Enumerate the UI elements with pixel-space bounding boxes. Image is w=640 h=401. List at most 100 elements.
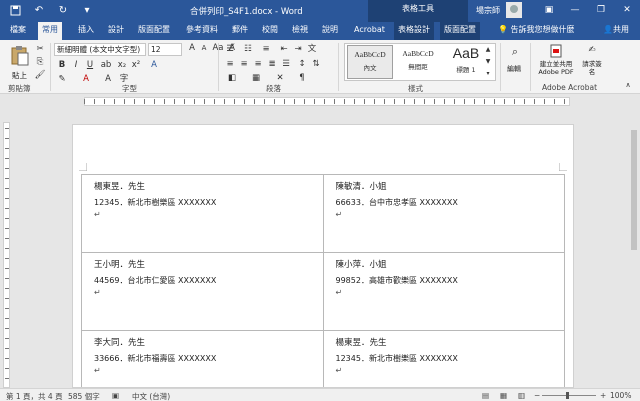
- create-pdf-label: 建立並共用 Adobe PDF: [538, 60, 574, 76]
- language[interactable]: 中文 (台灣): [132, 391, 170, 401]
- vertical-ruler[interactable]: [0, 108, 12, 388]
- line-spacing-icon[interactable]: ↕: [296, 59, 308, 71]
- italic-icon[interactable]: I: [70, 60, 82, 72]
- avatar[interactable]: [506, 2, 522, 18]
- tab-mailings[interactable]: 郵件: [228, 22, 252, 40]
- align-left-icon[interactable]: ≡: [224, 59, 236, 71]
- shading-icon[interactable]: ◧: [226, 73, 238, 85]
- tab-insert[interactable]: 插入: [74, 22, 98, 40]
- table-row: 李大同．先生 33666．新北市福壽區 XXXXXXX ↵ 楊東昱．先生 123…: [81, 330, 565, 387]
- center-icon[interactable]: ≡: [238, 59, 250, 71]
- tab-table-design[interactable]: 表格設計: [394, 22, 434, 40]
- strikethrough-icon[interactable]: ab: [100, 60, 112, 72]
- gallery-more-icon[interactable]: ▾: [482, 68, 494, 80]
- tab-layout[interactable]: 版面配置: [134, 22, 174, 40]
- label-cell[interactable]: 楊東昱．先生 12345．新北市樹樂區 XXXXXXX ↵: [81, 174, 324, 253]
- vertical-scrollbar[interactable]: [628, 108, 640, 388]
- print-layout-icon[interactable]: ▦: [500, 391, 507, 400]
- window-controls: ▣ — ❐ ✕: [536, 0, 640, 20]
- superscript-icon[interactable]: x²: [130, 60, 142, 72]
- customize-icon[interactable]: ▾: [80, 3, 94, 17]
- shrink-font-icon[interactable]: A: [198, 43, 210, 55]
- editing-button[interactable]: ⌕ 編輯: [504, 43, 524, 79]
- tab-review[interactable]: 校閱: [258, 22, 282, 40]
- collapse-ribbon-icon[interactable]: ∧: [622, 80, 634, 92]
- tab-help[interactable]: 說明: [318, 22, 342, 40]
- zoom-out-icon[interactable]: −: [534, 391, 540, 400]
- underline-icon[interactable]: U: [84, 60, 96, 72]
- cut-icon[interactable]: ✂: [34, 44, 46, 56]
- word-count[interactable]: 585 個字: [68, 391, 100, 401]
- show-hide-icon[interactable]: ¶: [296, 73, 308, 85]
- copy-icon[interactable]: ⎘: [34, 57, 46, 69]
- label-cell[interactable]: 楊東昱．先生 12345．新北市樹樂區 XXXXXXX ↵: [322, 330, 565, 387]
- tab-file[interactable]: 檔案: [6, 22, 30, 40]
- decrease-indent-icon[interactable]: ⇤: [278, 44, 290, 56]
- multilevel-list-icon[interactable]: ≡: [260, 44, 272, 56]
- ruler-ticks: [84, 99, 570, 104]
- scroll-down-icon[interactable]: ▼: [482, 56, 494, 68]
- read-mode-icon[interactable]: ▤: [482, 391, 489, 400]
- font-color-icon[interactable]: A: [80, 74, 92, 86]
- paste-button[interactable]: 貼上: [6, 43, 32, 81]
- chinese-layout-icon[interactable]: 文: [306, 44, 318, 56]
- paragraph-mark: ↵: [94, 366, 101, 375]
- ribbon-options-icon[interactable]: ▣: [536, 0, 562, 20]
- share-button[interactable]: 👤共用: [603, 24, 629, 35]
- tab-table-layout[interactable]: 版面配置: [440, 22, 480, 40]
- undo-icon[interactable]: ↶: [32, 3, 46, 17]
- proofing-icon[interactable]: ▣: [112, 391, 119, 400]
- style-no-spacing[interactable]: AaBbCcD 無間距: [395, 45, 441, 79]
- scroll-up-icon[interactable]: ▲: [482, 44, 494, 56]
- zoom-slider-knob[interactable]: [566, 392, 569, 399]
- font-name-select[interactable]: 新細明體 (本文中文字型): [54, 43, 146, 56]
- style-normal[interactable]: AaBbCcD 內文: [347, 45, 393, 79]
- justify-icon[interactable]: ≣: [266, 59, 278, 71]
- tab-acrobat[interactable]: Acrobat: [350, 22, 389, 40]
- increase-indent-icon[interactable]: ⇥: [292, 44, 304, 56]
- subscript-icon[interactable]: x₂: [116, 60, 128, 72]
- sort-icon[interactable]: ⇅: [310, 59, 322, 71]
- tab-home[interactable]: 常用: [38, 22, 62, 40]
- recipient-name: 楊東昱．先生: [94, 182, 146, 192]
- mail-merge-label-table[interactable]: 楊東昱．先生 12345．新北市樹樂區 XXXXXXX ↵ 陳敏清．小姐 666…: [81, 174, 565, 387]
- document-page[interactable]: 楊東昱．先生 12345．新北市樹樂區 XXXXXXX ↵ 陳敏清．小姐 666…: [72, 124, 574, 388]
- horizontal-ruler[interactable]: [0, 95, 640, 108]
- label-cell[interactable]: 陳小萍．小姐 99852．高雄市歡樂區 XXXXXXX ↵: [322, 252, 565, 331]
- tab-design[interactable]: 設計: [104, 22, 128, 40]
- font-size-select[interactable]: 12: [148, 43, 182, 56]
- scrollbar-thumb[interactable]: [631, 130, 637, 250]
- label-cell[interactable]: 李大同．先生 33666．新北市福壽區 XXXXXXX ↵: [81, 330, 324, 387]
- tab-references[interactable]: 參考資料: [182, 22, 222, 40]
- bullets-icon[interactable]: ☰: [224, 44, 236, 56]
- tab-view[interactable]: 檢視: [288, 22, 312, 40]
- text-effects-icon[interactable]: A: [148, 60, 160, 72]
- request-signature-button[interactable]: ✍ 請求簽名: [578, 43, 604, 81]
- bold-icon[interactable]: B: [56, 60, 68, 72]
- separator: [218, 43, 219, 91]
- zoom-in-icon[interactable]: +: [600, 391, 606, 400]
- create-pdf-button[interactable]: 建立並共用 Adobe PDF: [534, 43, 576, 81]
- align-right-icon[interactable]: ≡: [252, 59, 264, 71]
- restore-icon[interactable]: ❐: [588, 0, 614, 20]
- highlight-icon[interactable]: ✎: [56, 74, 68, 86]
- save-icon[interactable]: [8, 3, 22, 17]
- pdf-icon: [550, 44, 562, 58]
- label-cell[interactable]: 王小明．先生 44569．台北市仁愛區 XXXXXXX ↵: [81, 252, 324, 331]
- distributed-icon[interactable]: ☰: [280, 59, 292, 71]
- close-icon[interactable]: ✕: [614, 0, 640, 20]
- label-cell[interactable]: 陳敏清．小姐 66633．台中市忠孝區 XXXXXXX ↵: [322, 174, 565, 253]
- zoom-slider[interactable]: [542, 395, 596, 396]
- character-shading-icon[interactable]: A: [102, 74, 114, 86]
- tell-me-search[interactable]: 💡 告訴我您想做什麼: [498, 24, 575, 35]
- zoom-level[interactable]: 100%: [610, 391, 631, 400]
- grow-font-icon[interactable]: A: [186, 43, 198, 55]
- borders-icon[interactable]: ▦: [250, 73, 262, 85]
- numbering-icon[interactable]: ☷: [242, 44, 254, 56]
- web-layout-icon[interactable]: ▥: [518, 391, 525, 400]
- format-painter-icon[interactable]: 🖌: [34, 70, 46, 82]
- minimize-icon[interactable]: —: [562, 0, 588, 20]
- user-name[interactable]: 場宗師: [476, 5, 500, 16]
- page-count[interactable]: 第 1 頁，共 4 頁: [6, 391, 63, 401]
- redo-icon[interactable]: ↻: [56, 3, 70, 17]
